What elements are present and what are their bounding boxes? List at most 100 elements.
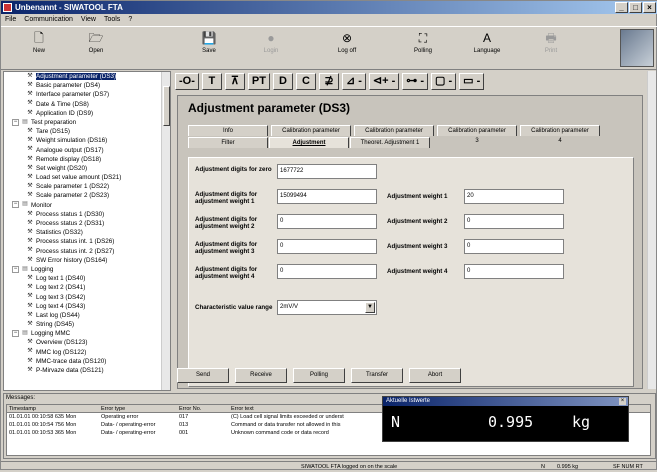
polling-button[interactable]: ⛶ Polling bbox=[403, 31, 443, 54]
tab-calibration-parameter-4[interactable]: Calibration parameter 4 bbox=[520, 125, 600, 144]
symbol-button[interactable]: ⊉ bbox=[318, 73, 339, 90]
symbol-button[interactable]: ⊶ - bbox=[402, 73, 428, 90]
tree-item[interactable]: ⚒ Weight simulation (DS16) bbox=[4, 136, 170, 145]
characteristic-select[interactable]: 2mV/V ▼ bbox=[277, 300, 377, 315]
symbol-button[interactable]: T bbox=[201, 73, 222, 90]
aw4-input[interactable]: 0 bbox=[464, 264, 564, 279]
menu-help[interactable]: ? bbox=[128, 14, 132, 26]
symbol-button[interactable]: -O- bbox=[175, 73, 199, 90]
tree-item[interactable]: ⚒ Last log (DS44) bbox=[4, 311, 170, 320]
maximize-button[interactable]: □ bbox=[629, 2, 642, 13]
symbol-button[interactable]: D bbox=[272, 73, 293, 90]
tree-item[interactable]: − ▤ Monitor bbox=[4, 201, 170, 210]
save-button[interactable]: 💾 Save bbox=[189, 31, 229, 54]
chevron-down-icon[interactable]: ▼ bbox=[365, 302, 375, 313]
tab-adjustment[interactable]: Adjustment bbox=[269, 137, 349, 148]
tree-item[interactable]: ⚒ Statistics (DS32) bbox=[4, 228, 170, 237]
collapse-icon[interactable]: − bbox=[12, 201, 19, 209]
tree-item[interactable]: ⚒ Adjustment parameter (DS3) bbox=[4, 72, 170, 81]
polling-button[interactable]: Polling bbox=[293, 368, 345, 383]
menu-view[interactable]: View bbox=[81, 14, 96, 26]
live-values-title[interactable]: Aktuelle Istwerte bbox=[383, 397, 628, 406]
column-header[interactable]: Error No. bbox=[179, 405, 231, 412]
tab-info[interactable]: Info bbox=[188, 125, 268, 136]
aw3-input[interactable]: 0 bbox=[464, 239, 564, 254]
tree-item[interactable]: ⚒ Log text 1 (DS40) bbox=[4, 274, 170, 283]
tree-item[interactable]: − ▤ Logging bbox=[4, 265, 170, 274]
tree-item[interactable]: ⚒ Date & Time (DS8) bbox=[4, 100, 170, 109]
symbol-button[interactable]: ⊲+ - bbox=[368, 73, 400, 90]
collapse-icon[interactable]: − bbox=[12, 118, 19, 126]
w2-digits-input[interactable]: 0 bbox=[277, 214, 377, 229]
tree-item[interactable]: ⚒ Process status int. 1 (DS26) bbox=[4, 237, 170, 246]
tree-item[interactable]: ⚒ String (DS45) bbox=[4, 320, 170, 329]
tree-item[interactable]: ⚒ P-Mirvaze data (DS121) bbox=[4, 366, 170, 375]
new-button[interactable]: 🗋 New bbox=[19, 31, 59, 54]
receive-button[interactable]: Receive bbox=[235, 368, 287, 383]
w4-digits-input[interactable]: 0 bbox=[277, 264, 377, 279]
symbol-button[interactable]: C bbox=[295, 73, 316, 90]
tree-item[interactable]: ⚒ Overview (DS123) bbox=[4, 338, 170, 347]
tab-calibration-parameter-2[interactable]: Calibration parameter 2 bbox=[354, 125, 434, 144]
symbol-button[interactable]: ▢ - bbox=[431, 73, 457, 90]
tree-item[interactable]: ⚒ MMC-trace data (DS120) bbox=[4, 357, 170, 366]
tab-filter[interactable]: Filter bbox=[188, 137, 268, 148]
main-scrollbar[interactable] bbox=[647, 71, 656, 389]
tree-item[interactable]: ⚒ Process status int. 2 (DS27) bbox=[4, 247, 170, 256]
tree-item[interactable]: ⚒ Tare (DS15) bbox=[4, 127, 170, 136]
menu-file[interactable]: File bbox=[5, 14, 16, 26]
tree-item[interactable]: ⚒ Interface parameter (DS7) bbox=[4, 90, 170, 99]
collapse-icon[interactable]: − bbox=[12, 265, 19, 273]
print-button[interactable]: 🖶 Print bbox=[531, 31, 571, 54]
log-off-button[interactable]: ⊗ Log off bbox=[327, 31, 367, 54]
column-header[interactable]: Timestamp bbox=[7, 405, 101, 412]
collapse-icon[interactable]: − bbox=[12, 330, 19, 338]
w3-digits-input[interactable]: 0 bbox=[277, 239, 377, 254]
close-button[interactable]: × bbox=[643, 2, 656, 13]
aw1-input[interactable]: 20 bbox=[464, 189, 564, 204]
tree-item[interactable]: ⚒ Scale parameter 1 (DS22) bbox=[4, 182, 170, 191]
open-button[interactable]: 🗁 Open bbox=[76, 31, 116, 54]
menu-communication[interactable]: Communication bbox=[24, 14, 73, 26]
symbol-button[interactable]: PT bbox=[247, 73, 270, 90]
menu-tools[interactable]: Tools bbox=[104, 14, 120, 26]
tree-item[interactable]: ⚒ Set weight (DS20) bbox=[4, 164, 170, 173]
main-area: -O- T ⊼ PT D C ⊉ ⊿ - ⊲+ - ⊶ - ▢ - ▭ - Adjustment pa… bbox=[173, 71, 656, 391]
language-button[interactable]: A Language bbox=[467, 31, 507, 54]
tree-item[interactable]: ⚒ Log text 4 (DS43) bbox=[4, 302, 170, 311]
close-icon[interactable]: × bbox=[619, 398, 626, 405]
tree-item[interactable]: ⚒ Remote display (DS18) bbox=[4, 155, 170, 164]
live-values-window[interactable]: Aktuelle Istwerte × N 0.995 kg bbox=[382, 396, 629, 442]
aw2-input[interactable]: 0 bbox=[464, 214, 564, 229]
tree-scrollbar[interactable] bbox=[161, 72, 170, 390]
login-button[interactable]: ● Login bbox=[251, 31, 291, 54]
tree-scroll-thumb[interactable] bbox=[163, 86, 170, 126]
tab-theoret-adjustment-1[interactable]: Theoret. Adjustment 1 bbox=[350, 137, 430, 148]
symbol-button[interactable]: ⊿ - bbox=[341, 73, 366, 90]
abort-button[interactable]: Abort bbox=[409, 368, 461, 383]
tab-calibration-parameter-1[interactable]: Calibration parameter 1 bbox=[271, 125, 351, 144]
tree-item[interactable]: − ▤ Test preparation bbox=[4, 118, 170, 127]
tree-item[interactable]: ⚒ Application ID (DS9) bbox=[4, 109, 170, 118]
tree-item[interactable]: ⚒ Analogue output (DS17) bbox=[4, 146, 170, 155]
tree-item[interactable]: ⚒ MMC log (DS122) bbox=[4, 348, 170, 357]
tree-item[interactable]: ⚒ Scale parameter 2 (DS23) bbox=[4, 191, 170, 200]
symbol-button[interactable]: ▭ - bbox=[459, 73, 485, 90]
send-button[interactable]: Send bbox=[177, 368, 229, 383]
tree-item[interactable]: ⚒ Load set value amount (DS21) bbox=[4, 173, 170, 182]
tree-item[interactable]: ⚒ SW Error history (DS164) bbox=[4, 256, 170, 265]
minimize-button[interactable]: _ bbox=[615, 2, 628, 13]
transfer-button[interactable]: Transfer bbox=[351, 368, 403, 383]
column-header[interactable]: Error type bbox=[101, 405, 179, 412]
zero-digits-input[interactable]: 1677722 bbox=[277, 164, 377, 179]
tree-item[interactable]: − ▤ Logging MMC bbox=[4, 329, 170, 338]
symbol-button[interactable]: ⊼ bbox=[224, 73, 245, 90]
w1-digits-input[interactable]: 15099494 bbox=[277, 189, 377, 204]
language-icon: A bbox=[482, 31, 491, 45]
tab-calibration-parameter-3[interactable]: Calibration parameter 3 bbox=[437, 125, 517, 144]
tree-item[interactable]: ⚒ Process status 1 (DS30) bbox=[4, 210, 170, 219]
tree-item[interactable]: ⚒ Log text 3 (DS42) bbox=[4, 293, 170, 302]
tree-item[interactable]: ⚒ Process status 2 (DS31) bbox=[4, 219, 170, 228]
tree-item[interactable]: ⚒ Basic parameter (DS4) bbox=[4, 81, 170, 90]
tree-item[interactable]: ⚒ Log text 2 (DS41) bbox=[4, 283, 170, 292]
